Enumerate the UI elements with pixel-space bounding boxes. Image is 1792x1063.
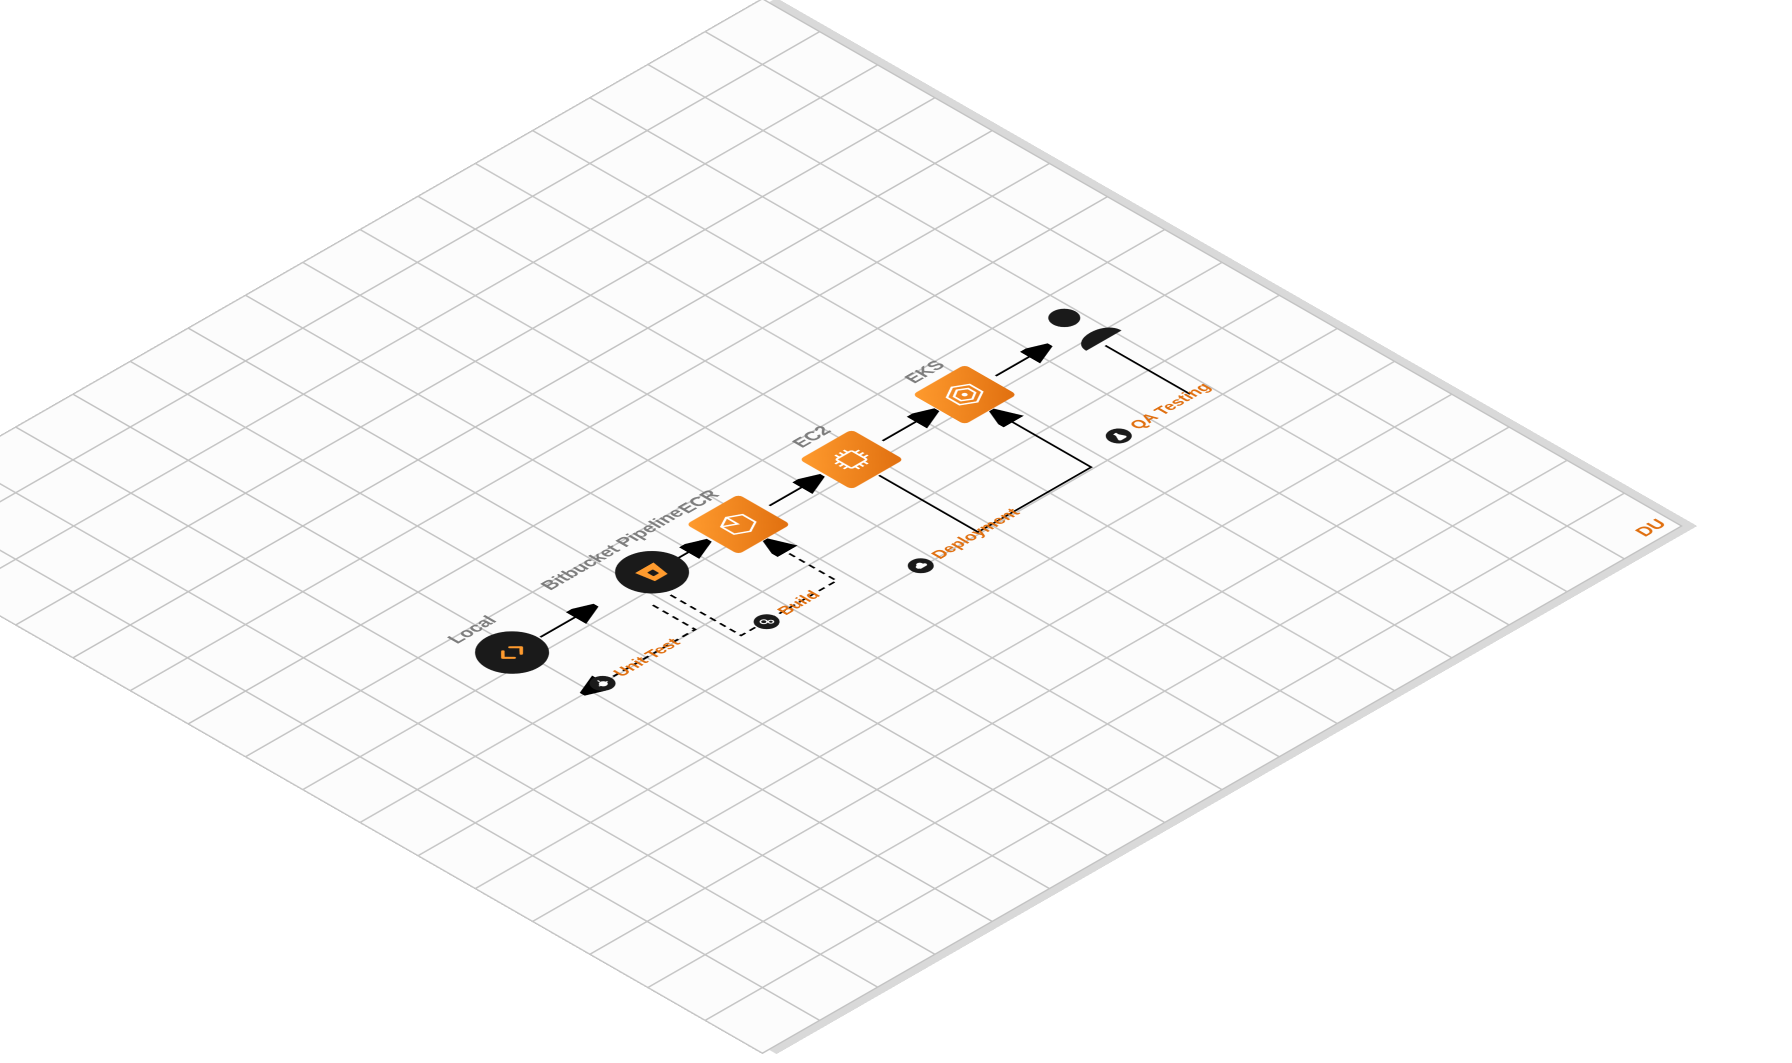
grid-board: Local Bitbucket Pipeline ECR <box>0 0 1683 1054</box>
connections <box>0 0 1682 1053</box>
diagram-stage: Local Bitbucket Pipeline ECR <box>0 0 1792 1063</box>
isometric-wrapper: Local Bitbucket Pipeline ECR <box>761 262 1683 791</box>
